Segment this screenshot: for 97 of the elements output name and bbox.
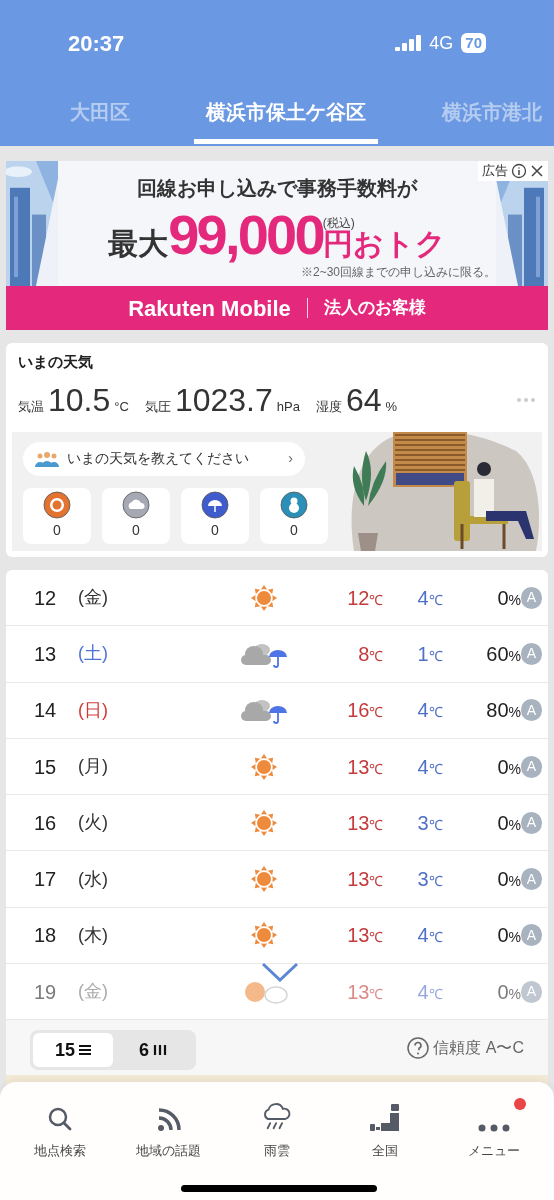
high-temperature: 13℃ <box>346 979 384 1005</box>
forecast-weekday: (木) <box>77 923 109 947</box>
high-temperature: 13℃ <box>346 810 384 836</box>
low-temperature: 4℃ <box>416 754 443 780</box>
low-temperature: 1℃ <box>416 641 443 667</box>
reliability-badge: A <box>521 586 542 609</box>
forecast-weekday: (月) <box>77 755 109 779</box>
battery-indicator: 70 <box>461 33 486 53</box>
cloud-badge-icon <box>122 490 150 519</box>
reliability-badge: A <box>521 980 542 1003</box>
help-icon <box>407 1037 430 1060</box>
reading-label: 気温 <box>18 397 44 416</box>
high-temperature: 16℃ <box>346 698 384 724</box>
reading-value: 10.5 <box>48 380 111 420</box>
ad-footnote: ※2~30回線までの申し込みに限る。 <box>300 264 496 281</box>
info-icon <box>511 163 527 179</box>
reliability-badge: A <box>521 699 542 722</box>
ad-tax-note: (税込) <box>322 217 355 229</box>
view-toggle-option[interactable]: 15 <box>33 1033 113 1068</box>
nav-item[interactable]: 雨雲 <box>226 1102 327 1160</box>
precipitation: 80% <box>485 698 521 724</box>
weather-report-button[interactable]: 0 <box>260 487 328 544</box>
japan-map-icon <box>369 1102 402 1133</box>
report-prompt-button[interactable]: いまの天気を教えてください › <box>23 441 305 476</box>
forecast-weekday: (水) <box>77 867 109 891</box>
forecast-weekday: (金) <box>77 586 109 610</box>
nav-item[interactable]: メニュー <box>443 1102 544 1160</box>
people-icon <box>35 449 59 468</box>
forecast-weekday: (土) <box>77 642 109 666</box>
ad-headline: 回線お申し込みで事務手数料が <box>137 176 417 201</box>
ad-label: 広告 <box>482 162 508 181</box>
precipitation: 0% <box>496 867 521 893</box>
precipitation: 0% <box>496 585 521 611</box>
forecast-date: 14 <box>34 698 58 724</box>
forecast-date: 15 <box>34 754 58 780</box>
more-icon <box>476 1122 511 1133</box>
reliability-badge: A <box>521 811 542 834</box>
card-title: いまの天気 <box>17 352 94 372</box>
columns-icon <box>153 1044 167 1057</box>
forecast-date: 19 <box>34 979 58 1005</box>
forecast-weekday: (火) <box>77 811 109 835</box>
brand-logo: Rakuten Mobile <box>128 294 291 323</box>
low-temperature: 3℃ <box>416 810 443 836</box>
high-temperature: 13℃ <box>346 754 384 780</box>
reading-unit: hPa <box>276 397 300 416</box>
chevron-down-icon[interactable] <box>261 962 299 982</box>
reliability-badge: A <box>521 868 542 891</box>
low-temperature: 3℃ <box>416 867 443 893</box>
view-toggle-option[interactable]: 6 <box>113 1033 193 1068</box>
weather-report-button[interactable]: 0 <box>102 487 170 544</box>
reliability-help-link[interactable]: 信頼度 A〜C <box>407 1036 524 1061</box>
close-icon[interactable] <box>530 164 544 178</box>
reading-unit: °C <box>114 397 129 416</box>
signal-icon <box>395 35 422 51</box>
precipitation: 0% <box>496 754 521 780</box>
reading-value: 1023.7 <box>174 380 273 420</box>
low-temperature: 4℃ <box>416 585 443 611</box>
low-temperature: 4℃ <box>416 923 443 949</box>
high-temperature: 13℃ <box>346 923 384 949</box>
reading-value: 64 <box>345 380 382 420</box>
reading-label: 気圧 <box>144 397 171 416</box>
sun-badge-icon <box>43 490 71 519</box>
forecast-weekday: (日) <box>77 698 109 722</box>
list-icon <box>79 1044 91 1057</box>
network-label: 4G <box>429 31 454 55</box>
forecast-date: 17 <box>34 867 58 893</box>
forecast-weekday: (金) <box>77 980 109 1004</box>
high-temperature: 8℃ <box>357 641 384 667</box>
precipitation: 0% <box>496 979 521 1005</box>
low-temperature: 4℃ <box>416 698 443 724</box>
reliability-badge: A <box>521 642 542 665</box>
forecast-date: 12 <box>34 585 58 611</box>
high-temperature: 13℃ <box>346 867 384 893</box>
reading-label: 湿度 <box>315 397 342 416</box>
signal-waves-icon <box>155 1106 182 1133</box>
precipitation: 0% <box>496 810 521 836</box>
high-temperature: 12℃ <box>346 585 384 611</box>
forecast-date: 16 <box>34 810 58 836</box>
umbrella-badge-icon <box>201 490 229 519</box>
precipitation: 0% <box>496 923 521 949</box>
reading-unit: % <box>385 397 398 416</box>
reliability-badge: A <box>521 755 542 778</box>
reliability-badge: A <box>521 924 542 947</box>
ad-prefix: 最大 <box>108 229 169 259</box>
weather-report-button[interactable]: 0 <box>23 487 91 544</box>
ad-audience: 法人のお客様 <box>323 297 426 320</box>
forecast-date: 13 <box>34 641 58 667</box>
nav-item[interactable]: 全国 <box>335 1102 436 1160</box>
ad-amount: 99,000 <box>168 207 323 263</box>
weather-report-button[interactable]: 0 <box>181 487 249 544</box>
precipitation: 60% <box>485 641 521 667</box>
snowman-badge-icon <box>280 490 308 519</box>
nav-item[interactable]: 地域の話題 <box>118 1102 219 1160</box>
time: 20:37 <box>68 29 125 58</box>
low-temperature: 4℃ <box>416 979 443 1005</box>
forecast-date: 18 <box>34 923 58 949</box>
nav-item[interactable]: 地点検索 <box>10 1102 111 1160</box>
